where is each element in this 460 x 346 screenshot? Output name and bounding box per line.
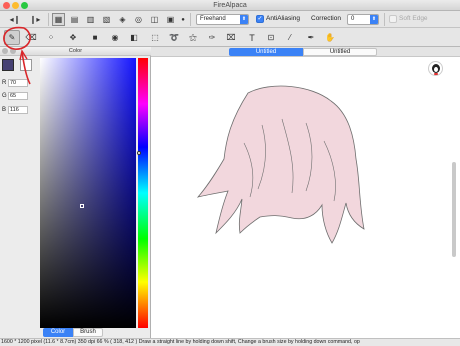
status-bar: 1600 * 1200 pixel (11.6 * 8.7cm) 350 dpi… [0, 338, 460, 346]
divider [48, 13, 49, 26]
select-pen-tool-icon[interactable]: ✑ [205, 31, 219, 44]
hand-tool-icon[interactable]: ✋ [323, 31, 337, 44]
minimize-window-button[interactable] [12, 2, 19, 9]
hair-shape [196, 85, 365, 244]
previous-icon[interactable]: ◂❙ [8, 13, 22, 26]
snap-settings-icon[interactable]: ● [179, 13, 187, 26]
document-tab-bar: Untitled Untitled [151, 47, 460, 57]
divide-tool-icon[interactable]: ⊡ [264, 31, 278, 44]
red-value-input[interactable]: 70 [8, 79, 28, 87]
brush-toolbar: ◂❙ ❙▸ ▦ ▤ ▥ ▧ ◈ ◎ ◫ ▣ ● Freehand ⬍ ✓ Ant… [0, 11, 460, 28]
lasso-tool-icon[interactable]: ➰ [167, 31, 181, 44]
pen-tool-icon[interactable]: ✎ [4, 30, 20, 45]
eyedropper-tool-icon[interactable]: ⁄ [283, 31, 297, 44]
title-bar: FireAlpaca [0, 0, 460, 11]
magic-wand-tool-icon[interactable]: ⚝ [186, 31, 200, 44]
gradient-tool-icon[interactable]: ◧ [127, 31, 141, 44]
snap-crisscross-icon[interactable]: ▥ [84, 13, 97, 26]
select-eraser-tool-icon[interactable]: ⌧ [224, 31, 238, 44]
green-value-input[interactable]: 65 [8, 92, 28, 100]
window-title: FireAlpaca [213, 2, 247, 9]
divider [190, 13, 191, 26]
color-panel-title: Color [68, 48, 83, 54]
snap-off-icon[interactable]: ▦ [52, 13, 65, 26]
zoom-window-button[interactable] [21, 2, 28, 9]
bucket-tool-icon[interactable]: ◉ [108, 31, 122, 44]
eraser-tool-icon[interactable]: ⌫ [24, 31, 38, 44]
primary-color-swatch[interactable] [2, 59, 14, 71]
antialiasing-label: AntiAliasing [266, 15, 300, 22]
snap-circle-icon[interactable]: ◎ [132, 13, 145, 26]
color-panel-header: Color [0, 47, 151, 56]
snap-vanishing-icon[interactable]: ▧ [100, 13, 113, 26]
close-window-button[interactable] [3, 2, 10, 9]
move-tool-icon[interactable]: ✥ [66, 31, 80, 44]
saturation-value-square[interactable] [40, 58, 136, 328]
green-row: G 65 [0, 92, 38, 101]
red-label: R [2, 80, 7, 86]
brush-mode-select[interactable]: Freehand ⬍ [196, 14, 249, 25]
blue-label: B [2, 107, 7, 113]
hair-drawing [196, 85, 365, 244]
snap-3d-icon[interactable]: ▣ [164, 13, 177, 26]
tab-brush[interactable]: Brush [73, 328, 103, 337]
correction-value: 0 [351, 16, 355, 22]
snap-parallel-icon[interactable]: ▤ [68, 13, 81, 26]
color-panel: Color R 70 G 65 B 116 Color Brush [0, 47, 151, 338]
tab-document-1[interactable]: Untitled [229, 48, 303, 56]
brush-mode-value: Freehand [200, 16, 226, 22]
navigator-penguin-icon[interactable] [428, 61, 443, 76]
secondary-color-swatch[interactable] [20, 59, 32, 71]
blue-value-input[interactable]: 116 [8, 106, 28, 114]
blue-row: B 116 [0, 106, 38, 115]
red-row: R 70 [0, 79, 38, 88]
panel-close-icon[interactable] [2, 48, 8, 54]
chevron-down-icon: ⬍ [240, 15, 248, 24]
dot-tool-icon[interactable]: ⁘ [44, 31, 58, 44]
canvas-area: Untitled Untitled [151, 47, 460, 338]
tools-toolbar: ✎ ⌫ ⁘ ✥ ■ ◉ ◧ ⬚ ➰ ⚝ ✑ ⌧ T ⊡ ⁄ ✒ ✋ [0, 28, 460, 47]
soft-edge-label: Soft Edge [399, 15, 428, 22]
panel-minimize-icon[interactable] [10, 48, 16, 54]
hue-slider[interactable] [137, 58, 148, 328]
chevron-down-icon: ⬍ [370, 15, 378, 24]
color-picker-handle[interactable] [80, 204, 84, 208]
text-tool-icon[interactable]: T [245, 31, 259, 44]
green-label: G [2, 93, 7, 99]
tab-document-2[interactable]: Untitled [303, 48, 377, 56]
correction-label: Correction [311, 15, 341, 22]
tab-color[interactable]: Color [43, 328, 73, 337]
soft-edge-checkbox[interactable] [389, 15, 397, 23]
antialiasing-checkbox[interactable]: ✓ [256, 15, 264, 23]
fill-rect-tool-icon[interactable]: ■ [88, 31, 102, 44]
next-icon[interactable]: ❙▸ [28, 13, 42, 26]
select-tool-icon[interactable]: ⬚ [148, 31, 162, 44]
hue-handle[interactable] [137, 151, 141, 155]
pen-pressure-icon[interactable]: ✒ [304, 31, 318, 44]
correction-select[interactable]: 0 ⬍ [347, 14, 379, 25]
divider [384, 13, 385, 26]
vertical-scrollbar[interactable] [452, 162, 456, 257]
snap-curve-icon[interactable]: ◫ [148, 13, 161, 26]
snap-radial-icon[interactable]: ◈ [116, 13, 129, 26]
